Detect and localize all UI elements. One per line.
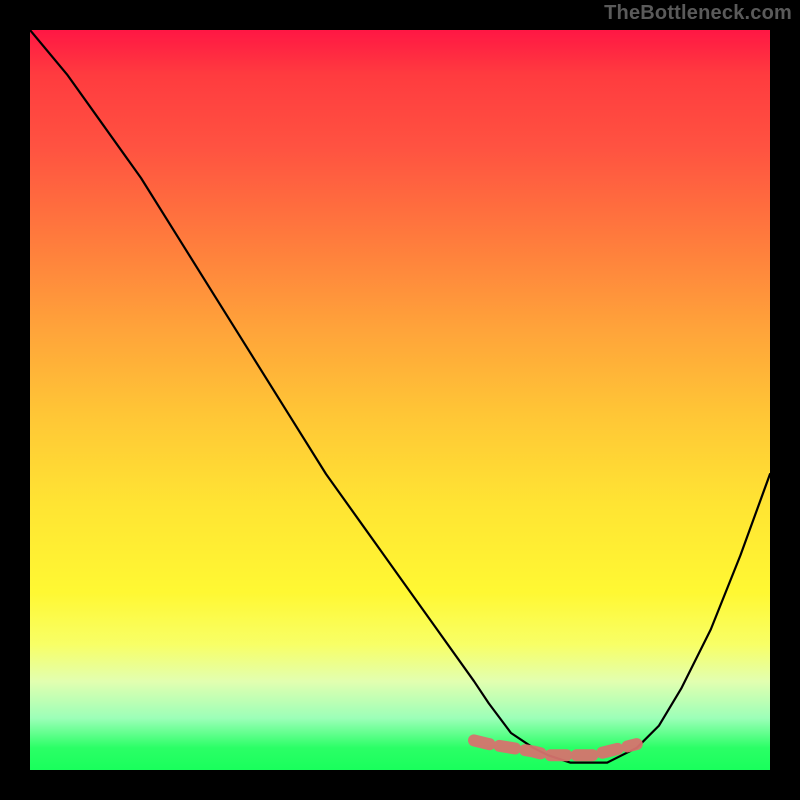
bottleneck-chart: TheBottleneck.com: [0, 0, 800, 800]
bottleneck-curve: [30, 30, 770, 763]
chart-svg: [30, 30, 770, 770]
watermark-label: TheBottleneck.com: [604, 2, 792, 25]
plot-area: [30, 30, 770, 770]
optimal-band: [474, 740, 637, 755]
